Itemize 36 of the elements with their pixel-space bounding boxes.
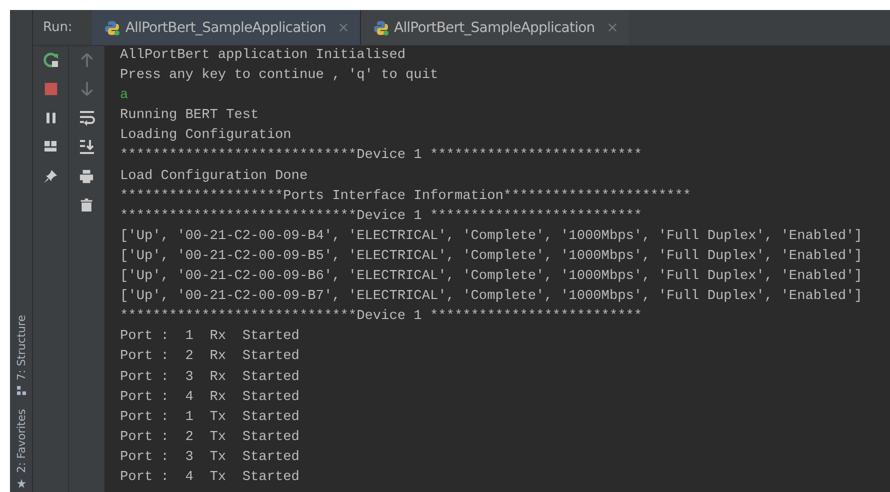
pin-icon[interactable] bbox=[42, 167, 60, 185]
console-line: Port : 2 Rx Started bbox=[120, 348, 300, 366]
rerun-icon[interactable] bbox=[42, 51, 60, 69]
console-line: Port : 1 Rx Started bbox=[120, 328, 300, 346]
run-tab[interactable]: AllPortBert_SampleApplication bbox=[92, 10, 362, 45]
star-icon bbox=[16, 479, 26, 488]
scroll-end-icon[interactable] bbox=[78, 138, 96, 156]
console-line: Loading Configuration bbox=[120, 127, 292, 146]
tool-window-tab[interactable]: 7: Structure bbox=[10, 314, 32, 396]
console-line: ********************Ports Interface Information*********************** bbox=[120, 188, 692, 206]
console-line: Port : 1 Tx Started bbox=[120, 408, 300, 427]
console-line: *****************************Device 1 ************************** bbox=[120, 208, 642, 226]
console-line: Port : 3 Tx Started bbox=[120, 448, 300, 467]
console-line: Running BERT Test bbox=[120, 107, 259, 126]
console-line: Load Configuration Done bbox=[120, 168, 308, 186]
console-line: Port : 4 Tx Started bbox=[120, 468, 300, 487]
python-icon bbox=[104, 20, 120, 36]
console-line: ['Up', '00-21-C2-00-09-B6', 'ELECTRICAL', 'Complete', '1000Mbps', 'Full Duplex', 'Enabled'] bbox=[120, 268, 862, 286]
run-tab[interactable]: AllPortBert_SampleApplication bbox=[361, 10, 629, 45]
console-line: ['Up', '00-21-C2-00-09-B4', 'ELECTRICAL', 'Complete', '1000Mbps', 'Full Duplex', 'Enabled'] bbox=[120, 228, 862, 246]
console-line: *****************************Device 1 ************************** bbox=[120, 308, 642, 326]
python-icon bbox=[373, 20, 390, 36]
console-line: Press any key to continue , 'q' to quit bbox=[120, 67, 438, 86]
console-line: Port : 2 Tx Started bbox=[120, 428, 300, 447]
console-line: *****************************Device 1 ************************** bbox=[120, 147, 642, 166]
console-line: Port : 3 Rx Started bbox=[120, 368, 300, 386]
console-line: ['Up', '00-21-C2-00-09-B7', 'ELECTRICAL', 'Complete', '1000Mbps', 'Full Duplex', 'Enabled'] bbox=[120, 288, 862, 306]
tool-window-tab[interactable]: 2: Favorites bbox=[10, 409, 32, 488]
run-label: Run: bbox=[42, 20, 74, 35]
wrap-icon[interactable] bbox=[78, 109, 96, 127]
print-icon[interactable] bbox=[78, 167, 96, 185]
console-line: Port : 4 Rx Started bbox=[120, 388, 300, 407]
console-line: AllPortBert application Initialised bbox=[120, 47, 406, 65]
structure-icon bbox=[16, 386, 26, 396]
console-line: ['Up', '00-21-C2-00-09-B5', 'ELECTRICAL', 'Complete', '1000Mbps', 'Full Duplex', 'Enabled'] bbox=[120, 248, 862, 266]
user-input-line: a bbox=[120, 87, 128, 106]
